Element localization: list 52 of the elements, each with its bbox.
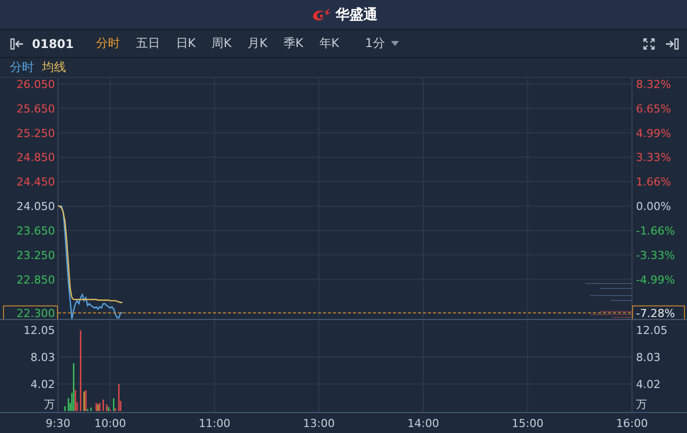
volume-axis-label: 8.03 <box>636 351 660 364</box>
percent-axis-label: 0.00% <box>636 200 671 214</box>
volume-unit-label: 万 <box>44 398 55 411</box>
price-axis-label: 23.250 <box>16 248 55 262</box>
time-axis-label: 10:00 <box>94 417 126 430</box>
period-tab[interactable]: 日K <box>168 35 204 52</box>
percent-axis-label: 1.66% <box>636 176 671 189</box>
period-tab[interactable]: 分时 <box>88 35 128 52</box>
legend-label: 均线 <box>42 59 66 76</box>
percent-axis-label: 4.99% <box>636 126 671 140</box>
volume-axis-label: 8.03 <box>30 351 55 364</box>
volume-unit-label: 万 <box>636 398 647 411</box>
price-axis-label: 24.850 <box>16 151 55 164</box>
period-tab[interactable]: 月K <box>240 35 276 52</box>
price-axis-label: 26.050 <box>16 78 55 91</box>
price-axis-label: 25.250 <box>16 126 55 140</box>
percent-axis-label: -1.66% <box>636 224 675 238</box>
percent-axis-label: -4.99% <box>636 273 675 286</box>
volume-axis-label: 12.05 <box>636 324 668 337</box>
period-tab[interactable]: 季K <box>275 35 312 52</box>
price-axis-label: 24.450 <box>16 176 55 189</box>
price-axis-label: 25.650 <box>16 102 55 116</box>
exit-icon[interactable] <box>665 38 679 50</box>
time-axis-label: 11:00 <box>198 417 230 430</box>
collapse-icon[interactable] <box>10 38 24 50</box>
app-title: 华盛通 <box>336 6 378 24</box>
percent-axis-label: 3.33% <box>636 151 671 164</box>
time-axis-label: 13:00 <box>303 417 335 430</box>
price-axis-label: 22.850 <box>16 273 55 286</box>
percent-axis-label: 8.32% <box>636 78 671 91</box>
volume-axis-label: 12.05 <box>24 324 55 337</box>
period-tab[interactable]: 周K <box>204 35 240 52</box>
current-price-tag: 22.300 <box>3 305 58 320</box>
price-axis-label: 24.050 <box>16 200 55 214</box>
percent-axis-label: -3.33% <box>636 248 675 262</box>
current-change-tag: -7.28% <box>632 305 685 320</box>
legend-label: 分时 <box>10 59 34 76</box>
period-dropdown[interactable]: 1分 <box>361 35 403 52</box>
time-axis-label: 15:00 <box>512 417 544 430</box>
caret-icon <box>390 41 399 46</box>
volume-axis-label: 4.02 <box>636 378 660 391</box>
period-tab[interactable]: 年K <box>311 35 348 52</box>
volume-axis-label: 4.02 <box>30 378 55 391</box>
ref-line-label: 22.300 <box>16 306 55 320</box>
stock-code: 01801 <box>32 36 74 50</box>
price-axis-label: 23.650 <box>16 224 55 238</box>
percent-axis-label: 6.65% <box>636 102 671 116</box>
time-axis-label: 14:00 <box>407 417 440 430</box>
fullscreen-icon[interactable] <box>643 38 655 50</box>
time-axis-label: 9:30 <box>46 417 70 430</box>
time-axis-label: 16:00 <box>616 417 648 430</box>
period-tab[interactable]: 五日 <box>128 35 168 52</box>
